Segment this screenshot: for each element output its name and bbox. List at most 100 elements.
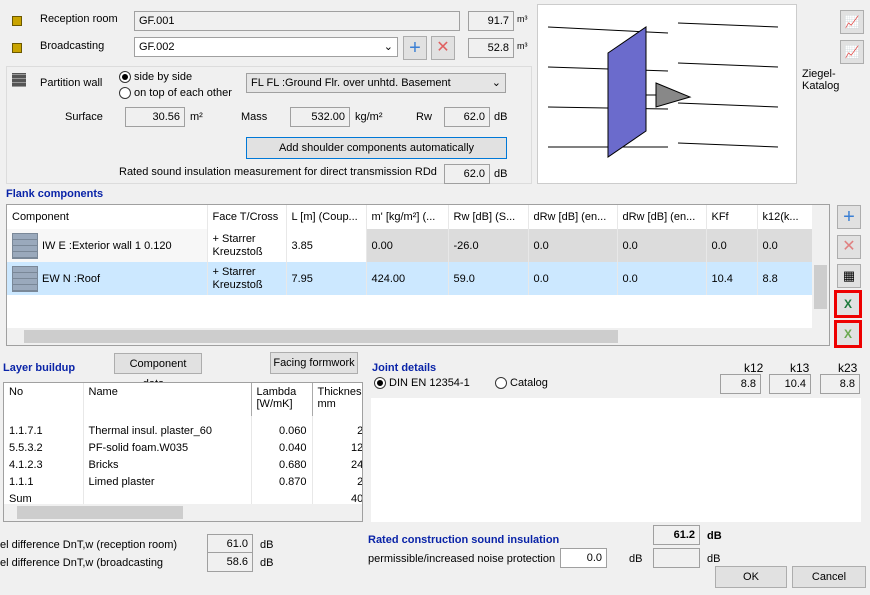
column-header[interactable]: L [m] (Coup... <box>286 205 367 229</box>
m3-unit: m³ <box>517 14 528 24</box>
wall-icon <box>12 232 38 259</box>
k23-label: k23 <box>838 361 858 375</box>
column-header[interactable]: Component <box>7 205 208 229</box>
k13-label: k13 <box>790 361 810 375</box>
layer-buildup-title: Layer buildup <box>3 362 76 374</box>
cell: 10.4 <box>706 262 758 295</box>
db-unit: dB <box>494 168 508 180</box>
surface-unit: m² <box>190 111 203 123</box>
ziegel-catalog-button[interactable]: 📈 <box>840 40 864 64</box>
cell: 0.00 <box>366 229 449 262</box>
k12-label: k12 <box>744 361 764 375</box>
db-unit: dB <box>260 539 274 551</box>
mass-unit: kg/m² <box>355 111 383 123</box>
radio-label: on top of each other <box>134 87 232 99</box>
add-room-button[interactable]: + <box>403 36 427 60</box>
column-header[interactable]: dRw [dB] (en... <box>528 205 618 229</box>
mass-label: Mass <box>241 111 268 123</box>
cell: 424.00 <box>366 262 449 295</box>
facing-formwork-button[interactable]: Facing formwork <box>270 352 358 374</box>
partition-type-value: FL FL :Ground Flr. over unhtd. Basement <box>251 77 451 89</box>
radio-side-by-side[interactable]: side by side <box>119 71 193 84</box>
cell: + Starrer Kreuzstoß <box>207 262 287 295</box>
flank-components-table[interactable]: Component Face T/Cross L [m] (Coup... m' [k… <box>6 204 830 346</box>
table-header: No Name Lambda [W/mK] Thickness mm <box>4 383 362 416</box>
db-unit: dB <box>629 553 643 565</box>
column-header[interactable]: k12(k... <box>757 205 813 229</box>
table-row-selected[interactable]: EW N :Roof + Starrer Kreuzstoß 7.95 424.… <box>7 262 813 295</box>
remove-room-button[interactable]: ✕ <box>431 36 455 60</box>
rated-construction-title: Rated construction sound insulation <box>368 534 560 546</box>
wall-icon <box>12 265 38 292</box>
chart-icon-button[interactable]: 📈 <box>840 10 864 34</box>
cell: 20.0 <box>312 473 362 490</box>
table-row[interactable]: 1.1.1Limed plaster0.87020.0 <box>4 473 362 490</box>
broadcasting-label: Broadcasting <box>40 40 105 52</box>
broadcasting-value: GF.002 <box>139 41 175 53</box>
excel-import-icon[interactable]: X <box>834 320 862 348</box>
column-header[interactable]: Name <box>83 383 252 416</box>
ok-button[interactable]: OK <box>715 566 787 588</box>
table-header: Component Face T/Cross L [m] (Coup... m' [k… <box>7 205 813 229</box>
k23-value: 8.8 <box>820 374 860 394</box>
table-row[interactable]: 5.5.3.2PF-solid foam.W0350.040120.0 <box>4 439 362 456</box>
table-row[interactable]: 4.1.2.3Bricks0.680240.0 <box>4 456 362 473</box>
cell: 0.680 <box>251 456 313 473</box>
cell: 240.0 <box>312 456 362 473</box>
add-shoulder-components-button[interactable]: Add shoulder components automatically <box>246 137 507 159</box>
brick-wall-icon <box>12 73 26 87</box>
excel-export-icon[interactable]: X <box>834 290 862 318</box>
delete-flank-button[interactable]: ✕ <box>837 235 861 259</box>
table-row[interactable]: 1.1.7.1Thermal insul. plaster_600.06020.… <box>4 422 362 439</box>
partition-diagram <box>547 22 779 158</box>
broadcasting-select[interactable]: GF.002 ⌄ <box>134 37 398 57</box>
cell: Limed plaster <box>83 473 252 490</box>
add-flank-button[interactable]: + <box>837 205 861 229</box>
horizontal-scrollbar[interactable] <box>4 504 362 521</box>
level-difference-reception-value: 61.0 <box>207 534 253 554</box>
table-row[interactable]: IW E :Exterior wall 1 0.120 + Starrer Kr… <box>7 229 813 262</box>
cell: -26.0 <box>448 229 529 262</box>
cell: 120.0 <box>312 439 362 456</box>
column-header[interactable]: Lambda [W/mK] <box>251 383 313 416</box>
radio-label: Catalog <box>510 377 548 389</box>
column-header[interactable]: Face T/Cross <box>207 205 287 229</box>
column-header[interactable]: KFf <box>706 205 758 229</box>
cell: 20.0 <box>312 422 362 439</box>
layer-buildup-table[interactable]: No Name Lambda [W/mK] Thickness mm 1.1.7… <box>3 382 363 522</box>
cell: EW N :Roof <box>42 272 101 285</box>
chevron-down-icon: ⌄ <box>383 41 393 53</box>
calculator-icon[interactable]: ▦ <box>837 264 861 288</box>
column-header[interactable]: No <box>4 383 84 416</box>
cell: 8.8 <box>757 262 813 295</box>
cell: 59.0 <box>448 262 529 295</box>
radio-label: side by side <box>134 71 193 83</box>
partition-type-select[interactable]: FL FL :Ground Flr. over unhtd. Basement ⌄ <box>246 73 506 93</box>
rdd-value: 62.0 <box>444 164 490 184</box>
cell: 1.1.1 <box>4 473 84 490</box>
component-data-button[interactable]: Component data... <box>114 353 202 390</box>
radio-catalog[interactable]: Catalog <box>495 377 548 390</box>
horizontal-scrollbar[interactable] <box>7 328 829 345</box>
reception-volume: 91.7 <box>468 11 514 31</box>
column-header[interactable]: Thickness mm <box>312 383 362 416</box>
column-header[interactable]: dRw [dB] (en... <box>617 205 707 229</box>
reception-room-field[interactable]: GF.001 <box>134 11 460 31</box>
cell: 0.0 <box>617 229 707 262</box>
level-difference-broadcasting-label: el difference DnT,w (broadcasting <box>0 557 164 569</box>
column-header[interactable]: Rw [dB] (S... <box>448 205 529 229</box>
cell: 0.0 <box>757 229 813 262</box>
column-header[interactable]: m' [kg/m²] (... <box>366 205 449 229</box>
cancel-button[interactable]: Cancel <box>792 566 866 588</box>
noise-protection-value[interactable]: 0.0 <box>560 548 607 568</box>
radio-on-top[interactable]: on top of each other <box>119 87 232 100</box>
k13-value: 10.4 <box>769 374 811 394</box>
vertical-scrollbar[interactable] <box>812 205 829 328</box>
cell: 1.1.7.1 <box>4 422 84 439</box>
cell: Bricks <box>83 456 252 473</box>
surface-label: Surface <box>65 111 103 123</box>
partition-wall-label: Partition wall <box>40 77 103 89</box>
db-unit: dB <box>707 553 721 565</box>
cell: 0.870 <box>251 473 313 490</box>
radio-din[interactable]: DIN EN 12354-1 <box>374 377 470 390</box>
